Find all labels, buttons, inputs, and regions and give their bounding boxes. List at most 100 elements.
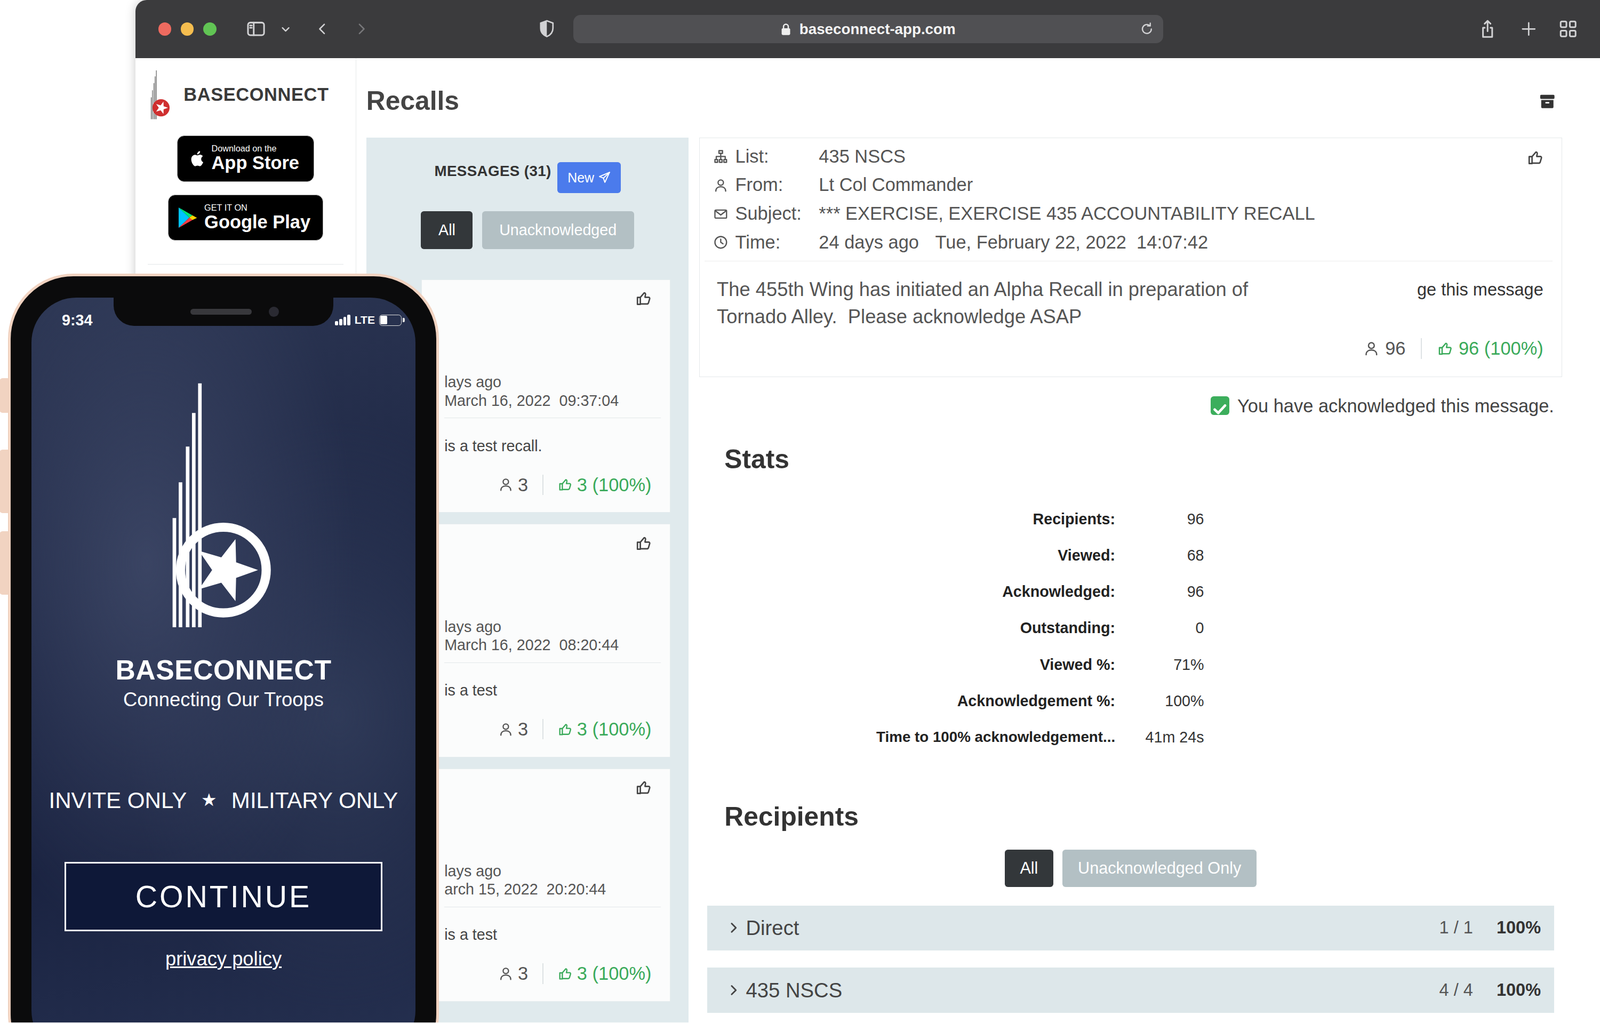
new-button-label: New <box>567 167 595 188</box>
new-tab-icon[interactable] <box>1520 20 1538 38</box>
field-date: Tue, February 22, 2022 14:07:42 <box>935 228 1209 258</box>
recipient-count: 96 <box>1385 334 1406 363</box>
app-name: BASECONNECT <box>115 652 332 688</box>
acknowledged-count: 3 (100%) <box>577 473 652 496</box>
detail-field: From:Lt Col Commander <box>713 170 1527 200</box>
phone-notch <box>113 297 333 327</box>
acknowledged-checkbox <box>1210 396 1229 415</box>
detail-field: Subject:*** EXERCISE, EXERCISE 435 ACCOU… <box>713 199 1527 229</box>
recipient-group-row[interactable]: Direct1 / 1100% <box>707 905 1555 951</box>
signal-icon <box>334 314 351 325</box>
chevron-down-icon[interactable] <box>280 24 291 35</box>
recipient-count: 3 <box>517 717 528 741</box>
message-filters: AllUnacknowledged <box>366 211 690 250</box>
brand-name: BASECONNECT <box>183 81 329 109</box>
back-arrow-icon[interactable] <box>316 19 329 38</box>
filter-button[interactable]: All <box>420 211 473 250</box>
stat-label: Acknowledged: <box>724 573 1116 610</box>
field-label: List: <box>734 142 819 172</box>
group-count: 4 / 4 <box>1439 977 1474 1004</box>
field-value: 435 NSCS <box>818 142 906 172</box>
address-bar[interactable]: baseconnect-app.com <box>573 14 1164 44</box>
forward-arrow-icon[interactable] <box>355 19 368 38</box>
reload-icon[interactable] <box>1139 21 1155 37</box>
sidebar-toggle-icon[interactable] <box>244 19 268 38</box>
invite-only: INVITE ONLY <box>49 785 188 816</box>
detail-field: List:435 NSCS <box>713 142 1527 172</box>
filter-button[interactable]: All <box>1004 849 1054 888</box>
baseconnect-logo-icon <box>162 380 285 631</box>
app-tagline: Connecting Our Troops <box>123 687 324 712</box>
phone-mockup: 9:34LTEBASECONNECTConnecting Our TroopsI… <box>8 273 439 1023</box>
background-photo: 9:34LTEBASECONNECTConnecting Our TroopsI… <box>31 297 416 1023</box>
recipient-count: 3 <box>517 473 528 496</box>
privacy-policy-link[interactable]: privacy policy <box>165 946 282 972</box>
browser-toolbar: baseconnect-app.com <box>135 0 1600 59</box>
message-card[interactable]: lays agoMarch 16, 2022 08:20:44is a test… <box>421 523 671 757</box>
google-logo-icon <box>177 206 198 229</box>
message-time: March 16, 2022 08:20:44 <box>444 635 652 654</box>
group-count: 1 / 1 <box>1439 914 1474 941</box>
zoom-button[interactable] <box>203 22 217 36</box>
recipient-groups: Direct1 / 1100%435 NSCS4 / 4100% <box>699 905 1563 1013</box>
group-percent: 100% <box>1496 914 1541 941</box>
star-separator: ★ <box>201 785 218 816</box>
message-card[interactable]: lays agoMarch 16, 2022 09:37:04is a test… <box>421 279 671 513</box>
field-value: 24 days ago <box>818 228 919 258</box>
stat-label: Time to 100% acknowledgement... <box>724 718 1116 756</box>
chevron-right-icon <box>727 982 740 998</box>
message-card[interactable]: lays agoarch 15, 2022 20:20:44is a test3… <box>421 768 671 1002</box>
main-content: RecallsMESSAGES (31)NewAllUnacknowledged… <box>356 58 1600 1023</box>
brand-logo[interactable]: BASECONNECT <box>135 69 356 121</box>
stat-label: Recipients: <box>724 500 1116 538</box>
message-time: arch 15, 2022 20:20:44 <box>444 880 652 899</box>
recipient-group-row[interactable]: 435 NSCS4 / 4100% <box>707 967 1555 1013</box>
thumbs-up-icon[interactable] <box>635 778 652 797</box>
close-button[interactable] <box>158 22 172 36</box>
acknowledge-thumbs-up-icon[interactable] <box>1526 148 1544 167</box>
filter-button[interactable]: Unacknowledged <box>482 211 635 250</box>
acknowledged-count: 96 (100%) <box>1458 334 1544 363</box>
message-detail: List:435 NSCSFrom:Lt Col CommanderSubjec… <box>699 137 1563 1013</box>
recipient-filters: AllUnacknowledged Only <box>699 849 1563 888</box>
badge-caption: GET IT ON <box>204 203 311 212</box>
recipient-count: 3 <box>517 962 528 985</box>
privacy-shield-icon[interactable] <box>538 19 556 38</box>
filter-button[interactable]: Unacknowledged Only <box>1062 849 1257 888</box>
archive-icon[interactable] <box>1538 92 1557 110</box>
tab-overview-icon[interactable] <box>1558 19 1578 38</box>
apple-logo-icon <box>187 147 206 170</box>
app-store-badge[interactable]: Download on theApp Store <box>177 135 314 182</box>
thumbs-up-icon[interactable] <box>635 289 652 308</box>
stat-label: Viewed %: <box>724 646 1116 683</box>
stats-heading: Stats <box>699 444 1563 475</box>
acknowledged-icon <box>1437 340 1453 357</box>
stat-value: 0 <box>1115 609 1204 646</box>
badge-store: Google Play <box>204 212 311 233</box>
stat-value: 100% <box>1115 682 1204 719</box>
badge-store: App Store <box>211 153 300 174</box>
thumbs-up-icon[interactable] <box>635 533 652 552</box>
acknowledged-icon <box>557 721 573 738</box>
field-label: Subject: <box>734 199 819 229</box>
recipients-icon <box>1363 340 1380 357</box>
recipients-icon <box>498 965 514 982</box>
message-age: lays ago <box>444 617 652 636</box>
share-icon[interactable] <box>1478 18 1497 40</box>
message-header-card: List:435 NSCSFrom:Lt Col CommanderSubjec… <box>699 137 1563 378</box>
field-value: *** EXERCISE, EXERCISE 435 ACCOUNTABILIT… <box>818 199 1315 229</box>
message-preview: is a test recall. <box>444 436 652 455</box>
message-preview: is a test <box>444 925 652 944</box>
field-label: From: <box>734 170 819 200</box>
new-message-button[interactable]: New <box>557 162 621 193</box>
access-note: INVITE ONLY ★ MILITARY ONLY <box>49 785 399 816</box>
battery-icon <box>379 314 402 326</box>
message-body: The 455th Wing has initiated an Alpha Re… <box>713 275 1316 331</box>
military-only: MILITARY ONLY <box>231 785 399 816</box>
send-icon <box>598 171 611 184</box>
minimize-button[interactable] <box>180 22 195 36</box>
stat-value: 41m 24s <box>1115 718 1204 756</box>
continue-button[interactable]: CONTINUE <box>64 861 383 932</box>
google-play-badge[interactable]: GET IT ONGoogle Play <box>168 194 324 241</box>
field-label: Time: <box>734 228 819 258</box>
